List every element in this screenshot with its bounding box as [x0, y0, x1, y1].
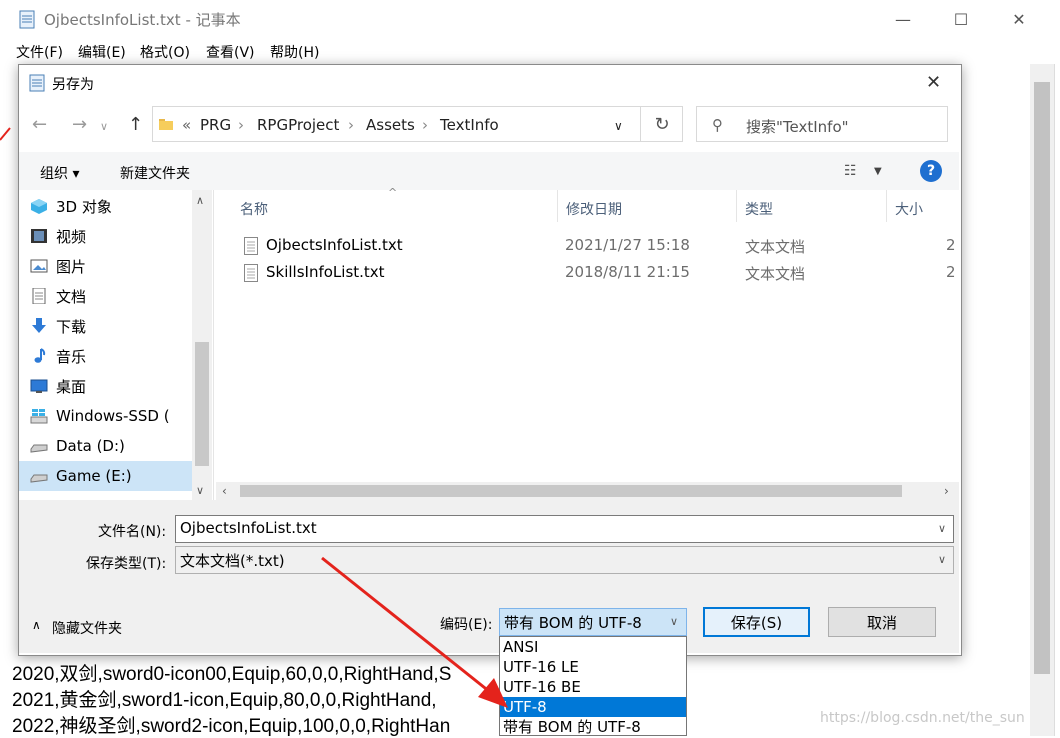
- annotation-arrow: [0, 127, 508, 708]
- watermark: https://blog.csdn.net/the_sun: [820, 710, 1025, 726]
